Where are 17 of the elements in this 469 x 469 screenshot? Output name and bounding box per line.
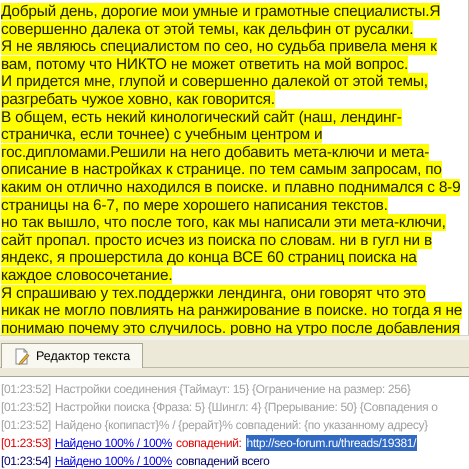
document-pencil-icon <box>14 348 30 365</box>
log-message: Настройки соединения {Таймаут: 15} {Ограничение на размер: 256} <box>54 381 411 397</box>
log-timestamp: [01:23:52] <box>1 417 51 433</box>
log-timestamp: [01:23:54] <box>1 453 51 469</box>
result-link[interactable]: Найдено 100% / 100% <box>54 435 172 451</box>
log-message: совпадений всего <box>176 453 270 469</box>
log-message: Найдено {копипаст}% / {рерайт}% совпадений: {по указанному адресу} <box>54 417 428 433</box>
tab[interactable]: Редактор текста <box>1 343 144 368</box>
result-link[interactable]: Найдено 100% / 100% <box>54 453 172 469</box>
text-editor[interactable] <box>0 0 469 336</box>
log-timestamp: [01:23:52] <box>1 381 51 397</box>
selected-url[interactable]: http://seo-forum.ru/threads/19381/ <box>246 435 418 451</box>
horizontal-scrollbar[interactable] <box>0 335 469 340</box>
log-message: совпадений: <box>176 435 242 451</box>
log-timestamp: [01:23:52] <box>1 399 51 415</box>
log-timestamp: [01:23:53] <box>1 435 51 451</box>
log-message: Настройки поиска {Фраза: 5} {Шингл: 4} {Прерывание: 50} {Совпадения о <box>54 399 438 415</box>
